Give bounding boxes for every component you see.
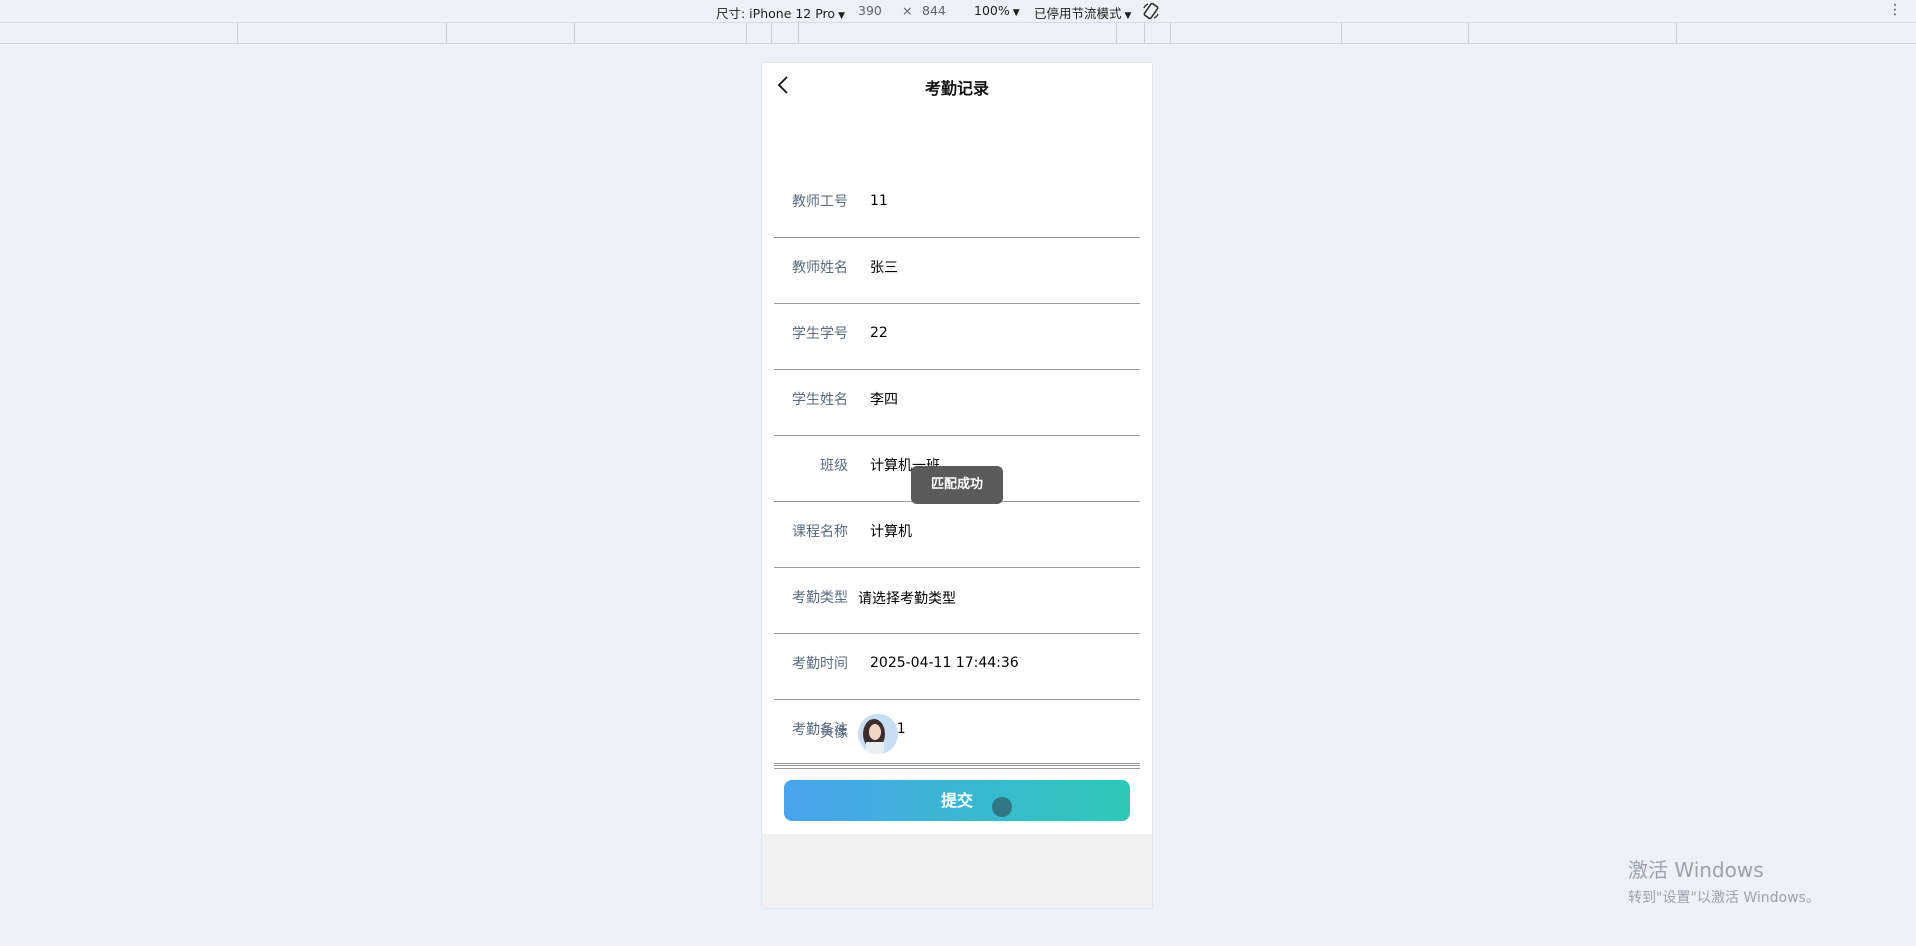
- device-width-input[interactable]: [856, 2, 900, 19]
- ruler-segment[interactable]: [1676, 23, 1677, 43]
- caret-down-icon: ▼: [1012, 8, 1020, 18]
- throttle-label: 已停用节流模式: [1034, 6, 1122, 21]
- form-row-student-id: 学生学号: [774, 303, 1140, 370]
- field-label: 课程名称: [792, 524, 848, 540]
- field-label: 教师姓名: [792, 260, 848, 276]
- teacher-name-input[interactable]: [870, 259, 1130, 275]
- course-name-input[interactable]: [870, 523, 1130, 539]
- teacher-id-input[interactable]: [870, 193, 1130, 209]
- windows-activation-watermark: 激活 Windows 转到"设置"以激活 Windows。: [1628, 854, 1820, 907]
- ruler-segment[interactable]: [1170, 23, 1171, 43]
- caret-down-icon: ▼: [838, 11, 845, 21]
- dimension-times: ×: [902, 3, 913, 18]
- field-label: 学生姓名: [792, 392, 848, 408]
- ruler-segment[interactable]: [446, 23, 447, 43]
- toast-message: 匹配成功: [911, 466, 1003, 504]
- field-label: 学生学号: [792, 326, 848, 342]
- ruler-segment[interactable]: [574, 23, 575, 43]
- ruler-segment[interactable]: [1341, 23, 1342, 43]
- form-row-student-name: 学生姓名: [774, 369, 1140, 436]
- avatar[interactable]: [858, 714, 898, 754]
- form-row-avatar: 头像: [774, 702, 1140, 769]
- field-label: 头像: [820, 725, 848, 741]
- submit-button[interactable]: 提交: [784, 780, 1130, 821]
- kebab-icon[interactable]: ⋮: [1888, 2, 1902, 18]
- devtools-device-toolbar: 尺寸: iPhone 12 Pro▼ × 100%▼ 已停用节流模式▼ ⋮: [0, 0, 1916, 23]
- avatar-photo-icon: [858, 714, 898, 754]
- device-height-input[interactable]: [920, 2, 964, 19]
- ruler-segment[interactable]: [746, 23, 747, 43]
- throttle-select[interactable]: 已停用节流模式 ▼: [1034, 3, 1131, 22]
- rotate-icon[interactable]: [1142, 2, 1160, 20]
- watermark-line1: 激活 Windows: [1628, 858, 1764, 882]
- form-row-attendance-type: 考勤类型 请选择考勤类型: [774, 567, 1140, 634]
- touch-cursor-icon: [992, 797, 1012, 817]
- zoom-select[interactable]: 100% ▼: [974, 3, 1020, 18]
- page-title: 考勤记录: [924, 79, 989, 98]
- ruler-segment[interactable]: [237, 23, 238, 43]
- field-label: 教师工号: [792, 194, 848, 210]
- ruler-segment[interactable]: [1468, 23, 1469, 43]
- nav-bar: 考勤记录: [762, 63, 1152, 107]
- ruler-segment[interactable]: [1144, 23, 1145, 43]
- ruler-segment[interactable]: [771, 23, 772, 43]
- attendance-time-input[interactable]: [870, 655, 1130, 671]
- form-row-teacher-name: 教师姓名: [774, 237, 1140, 304]
- ruler-segment[interactable]: [798, 23, 799, 43]
- watermark-line2: 转到"设置"以激活 Windows。: [1628, 890, 1820, 906]
- attendance-type-select[interactable]: 请选择考勤类型: [858, 588, 1118, 608]
- device-size-label: 尺寸: iPhone 12 Pro: [716, 6, 836, 21]
- device-select[interactable]: 尺寸: iPhone 12 Pro ▼: [716, 3, 845, 22]
- field-label: 考勤时间: [792, 656, 848, 672]
- form-row-attendance-time: 考勤时间: [774, 633, 1140, 700]
- media-query-ruler: [0, 23, 1916, 44]
- student-name-input[interactable]: [870, 391, 1130, 407]
- form-row-teacher-id: 教师工号: [774, 171, 1140, 238]
- ruler-segment[interactable]: [1116, 23, 1117, 43]
- form-row-course-name: 课程名称: [774, 501, 1140, 568]
- student-id-input[interactable]: [870, 325, 1130, 341]
- field-label: 班级: [820, 458, 848, 474]
- caret-down-icon: ▼: [1124, 11, 1132, 21]
- field-label: 考勤类型: [792, 590, 848, 606]
- zoom-label: 100%: [974, 3, 1010, 18]
